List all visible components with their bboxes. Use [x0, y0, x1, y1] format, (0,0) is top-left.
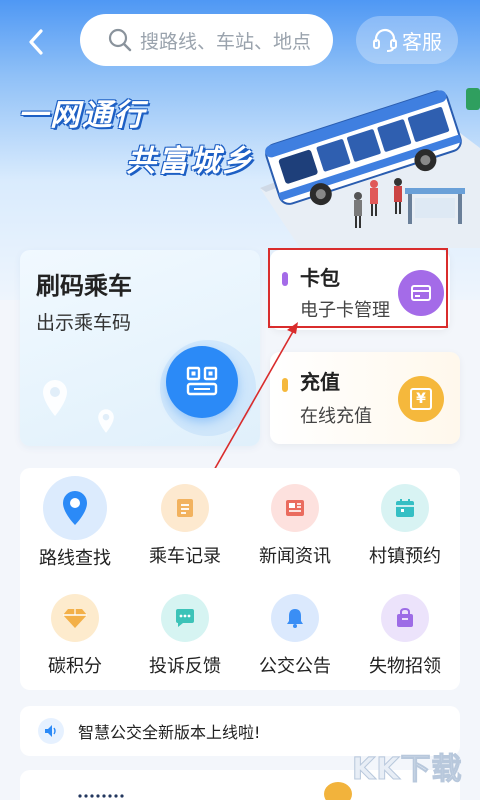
grid-label: 路线查找 [39, 548, 111, 569]
grid-item-route-search[interactable]: 路线查找 [20, 468, 130, 572]
grid-label: 公交公告 [259, 656, 331, 677]
grid-item-feedback[interactable]: 投诉反馈 [130, 578, 240, 682]
newspaper-icon [271, 484, 319, 532]
watermark: KK下载 [352, 752, 463, 788]
speaker-icon [38, 718, 64, 744]
grid-item-carbon-points[interactable]: 碳积分 [20, 578, 130, 682]
grid-item-lost-found[interactable]: 失物招领 [350, 578, 460, 682]
grid-item-news[interactable]: 新闻资讯 [240, 468, 350, 572]
calendar-icon [381, 484, 429, 532]
diamond-icon [51, 594, 99, 642]
bag-icon [381, 594, 429, 642]
function-grid: 路线查找 乘车记录 新闻资讯 村镇预约 碳积分 投诉反馈 公交公告 失物招领 [20, 468, 460, 690]
grid-label: 投诉反馈 [149, 656, 221, 677]
grid-item-village-booking[interactable]: 村镇预约 [350, 468, 460, 572]
location-pin-icon [43, 476, 107, 540]
grid-item-ride-records[interactable]: 乘车记录 [130, 468, 240, 572]
grid-label: 村镇预约 [369, 546, 441, 567]
chat-bubble-icon [161, 594, 209, 642]
bell-icon [271, 594, 319, 642]
announcement-text: 智慧公交全新版本上线啦! [78, 723, 261, 742]
grid-label: 失物招领 [369, 656, 441, 677]
grid-item-bus-notice[interactable]: 公交公告 [240, 578, 350, 682]
grid-label: 碳积分 [48, 656, 102, 677]
grid-label: 新闻资讯 [259, 546, 331, 567]
grid-label: 乘车记录 [149, 546, 221, 567]
document-icon [161, 484, 209, 532]
